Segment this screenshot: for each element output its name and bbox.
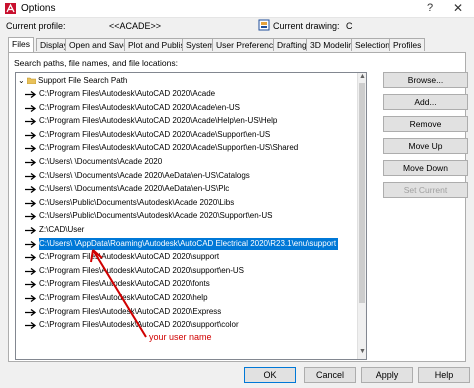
tree-path-item[interactable]: Z:\CAD\User bbox=[16, 224, 366, 236]
tree-path-label: C:\Users\ \Documents\Acade 2020\AeData\e… bbox=[39, 170, 250, 180]
tree-path-item[interactable]: C:\Program Files\Autodesk\AutoCAD 2020\s… bbox=[16, 251, 366, 263]
path-arrow-icon bbox=[25, 91, 37, 98]
scroll-up-icon[interactable]: ▲ bbox=[359, 73, 366, 80]
move-down-button[interactable]: Move Down bbox=[383, 160, 468, 176]
tree-path-label: C:\Program Files\Autodesk\AutoCAD 2020\s… bbox=[39, 265, 244, 275]
tree-path-item[interactable]: C:\Program Files\Autodesk\AutoCAD 2020\A… bbox=[16, 115, 366, 127]
current-profile-value: <<ACADE>> bbox=[109, 21, 162, 31]
tree-path-item[interactable]: C:\Users\ \Documents\Acade 2020\AeData\e… bbox=[16, 170, 366, 182]
path-arrow-icon bbox=[25, 186, 37, 194]
tree-path-label: C:\Program Files\Autodesk\AutoCAD 2020\A… bbox=[39, 116, 278, 126]
tree-path-item[interactable]: C:\Program Files\Autodesk\AutoCAD 2020\A… bbox=[16, 102, 366, 114]
tree-path-item[interactable]: C:\Program Files\Autodesk\AutoCAD 2020\E… bbox=[16, 306, 366, 318]
tab-open-and-save[interactable]: Open and Save bbox=[65, 38, 133, 51]
path-arrow-icon bbox=[25, 227, 37, 234]
tree-path-label: C:\Users\Public\Documents\Autodesk\Acade… bbox=[39, 211, 273, 221]
path-arrow-icon bbox=[25, 118, 37, 126]
tree-path-item[interactable]: C:\Program Files\Autodesk\AutoCAD 2020\f… bbox=[16, 278, 366, 290]
tree-path-item[interactable]: C:\Users\Public\Documents\Autodesk\Acade… bbox=[16, 197, 366, 209]
tree-path-label: C:\Users\ \AppData\Roaming\Autodesk\Auto… bbox=[39, 237, 339, 250]
tab-profiles[interactable]: Profiles bbox=[389, 38, 426, 51]
tree-label: Search paths, file names, and file locat… bbox=[14, 58, 178, 68]
help-icon[interactable]: ? bbox=[427, 2, 433, 14]
browse-button[interactable]: Browse... bbox=[383, 72, 468, 88]
set-current-button[interactable]: Set Current bbox=[383, 182, 468, 198]
path-arrow-icon bbox=[25, 131, 37, 139]
path-arrow-icon bbox=[25, 172, 37, 180]
tree-path-label: C:\Users\Public\Documents\Autodesk\Acade… bbox=[39, 197, 235, 207]
collapse-icon[interactable]: ⌄ bbox=[18, 75, 25, 87]
tree-path-item[interactable]: C:\Program Files\Autodesk\AutoCAD 2020\s… bbox=[16, 319, 366, 331]
profile-row: Current profile: <<ACADE>> Current drawi… bbox=[0, 19, 474, 35]
tree-scrollbar[interactable]: ▲ ▼ bbox=[357, 73, 366, 359]
tree-path-item[interactable]: C:\Program Files\Autodesk\AutoCAD 2020\h… bbox=[16, 292, 366, 304]
folder-icon bbox=[27, 77, 36, 84]
path-arrow-icon bbox=[25, 322, 37, 330]
tab-files[interactable]: Files bbox=[8, 37, 34, 52]
tree-path-item[interactable]: C:\Program Files\Autodesk\AutoCAD 2020\s… bbox=[16, 265, 366, 277]
current-drawing-value: C bbox=[346, 21, 353, 31]
path-arrow-icon bbox=[25, 295, 37, 302]
scroll-down-icon[interactable]: ▼ bbox=[359, 348, 366, 355]
path-arrow-icon bbox=[25, 159, 37, 166]
title-bar: Options ? ✕ bbox=[0, 0, 474, 18]
files-panel: Search paths, file names, and file locat… bbox=[8, 52, 468, 362]
tree-path-label: C:\Program Files\Autodesk\AutoCAD 2020\A… bbox=[39, 143, 299, 153]
path-arrow-icon bbox=[25, 254, 37, 262]
tree-path-label: C:\Users\ \Documents\Acade 2020 bbox=[39, 157, 163, 166]
tree-path-label: C:\Program Files\Autodesk\AutoCAD 2020\A… bbox=[39, 102, 240, 112]
path-arrow-icon bbox=[25, 281, 37, 289]
tree-path-label: C:\Program Files\Autodesk\AutoCAD 2020\A… bbox=[39, 129, 271, 139]
path-arrow-icon bbox=[25, 145, 37, 153]
autocad-app-icon bbox=[5, 3, 16, 14]
move-up-button[interactable]: Move Up bbox=[383, 138, 468, 154]
path-arrow-icon bbox=[25, 267, 37, 275]
search-paths-tree[interactable]: ⌄ Support File Search Path C:\Program Fi… bbox=[15, 72, 367, 360]
tree-path-label: C:\Program Files\Autodesk\AutoCAD 2020\f… bbox=[39, 279, 210, 289]
tree-path-item[interactable]: C:\Program Files\Autodesk\AutoCAD 2020\A… bbox=[16, 129, 366, 141]
path-arrow-icon bbox=[25, 213, 37, 221]
help-button[interactable]: Help bbox=[418, 367, 470, 383]
current-profile-label: Current profile: bbox=[6, 21, 66, 31]
tree-path-label: C:\Program Files\Autodesk\AutoCAD 2020\E… bbox=[39, 306, 222, 316]
current-drawing-label: Current drawing: bbox=[273, 21, 340, 31]
path-arrow-icon bbox=[25, 240, 37, 248]
remove-button[interactable]: Remove bbox=[383, 116, 468, 132]
tree-path-item[interactable]: C:\Users\ \AppData\Roaming\Autodesk\Auto… bbox=[16, 237, 366, 250]
tree-root-support-file-search-path[interactable]: ⌄ Support File Search Path bbox=[16, 75, 366, 87]
tree-path-label: Z:\CAD\User bbox=[39, 225, 85, 234]
add-button[interactable]: Add... bbox=[383, 94, 468, 110]
tree-path-label: C:\Program Files\Autodesk\AutoCAD 2020\h… bbox=[39, 293, 208, 302]
drawing-icon bbox=[258, 19, 270, 31]
tab-selection[interactable]: Selection bbox=[351, 38, 394, 51]
path-arrow-icon bbox=[25, 199, 37, 207]
tree-path-item[interactable]: C:\Program Files\Autodesk\AutoCAD 2020\A… bbox=[16, 142, 366, 154]
tree-root-label: Support File Search Path bbox=[38, 76, 128, 85]
tree-path-label: C:\Program Files\Autodesk\AutoCAD 2020\s… bbox=[39, 252, 220, 262]
tree-path-label: C:\Users\ \Documents\Acade 2020\AeData\e… bbox=[39, 184, 230, 194]
tree-path-item[interactable]: C:\Program Files\Autodesk\AutoCAD 2020\A… bbox=[16, 88, 366, 100]
annotation-text: your user name bbox=[149, 332, 212, 342]
path-arrow-icon bbox=[25, 104, 37, 112]
scroll-thumb[interactable] bbox=[359, 83, 365, 303]
tree-path-item[interactable]: C:\Users\ \Documents\Acade 2020 bbox=[16, 156, 366, 168]
path-arrow-icon bbox=[25, 308, 37, 316]
window-title: Options bbox=[21, 3, 56, 14]
apply-button[interactable]: Apply bbox=[361, 367, 413, 383]
tree-path-label: C:\Program Files\Autodesk\AutoCAD 2020\s… bbox=[39, 320, 239, 330]
close-icon[interactable]: ✕ bbox=[453, 1, 463, 15]
ok-button[interactable]: OK bbox=[244, 367, 296, 383]
cancel-button[interactable]: Cancel bbox=[304, 367, 356, 383]
tree-path-item[interactable]: C:\Users\Public\Documents\Autodesk\Acade… bbox=[16, 210, 366, 222]
tree-path-label: C:\Program Files\Autodesk\AutoCAD 2020\A… bbox=[39, 89, 216, 98]
tree-path-item[interactable]: C:\Users\ \Documents\Acade 2020\AeData\e… bbox=[16, 183, 366, 195]
